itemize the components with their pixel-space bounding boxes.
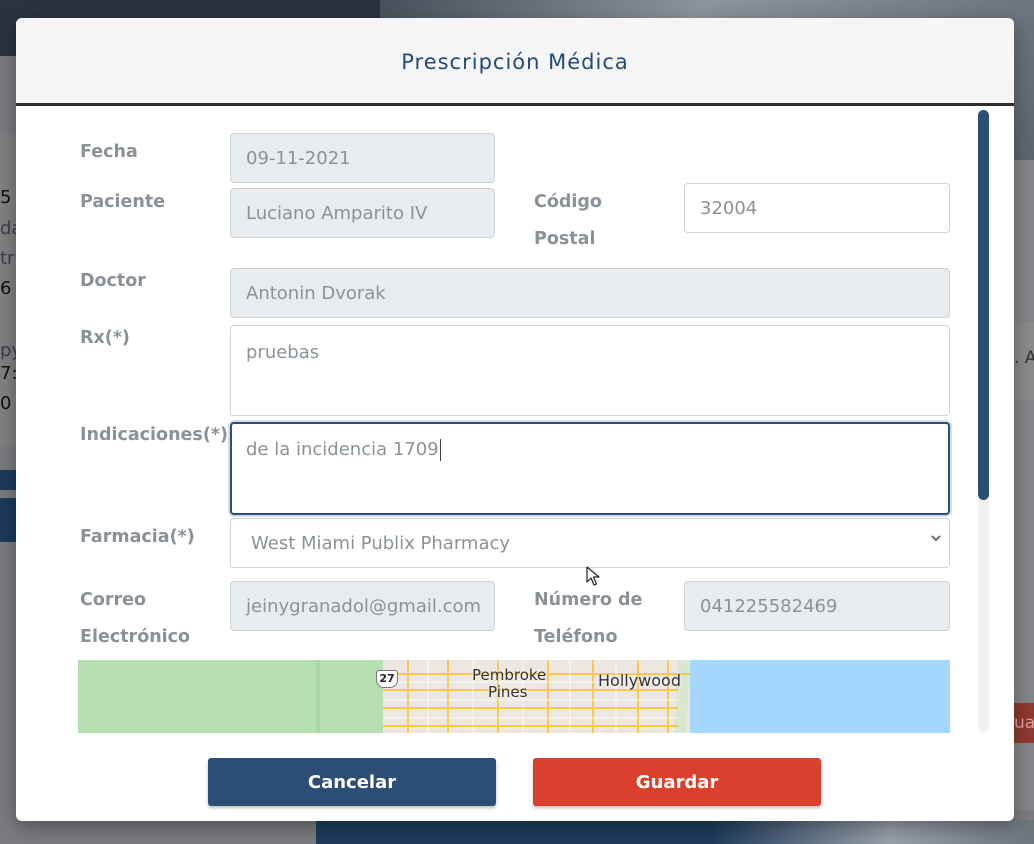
background-text: 5 <box>0 187 12 208</box>
background-save-button: ua <box>1014 703 1034 743</box>
telefono-field[interactable]: 041225582469 <box>684 581 950 631</box>
background-text: 0 <box>0 393 12 414</box>
rx-textarea[interactable]: pruebas <box>230 325 950 416</box>
paciente-label: Paciente <box>80 192 166 212</box>
prescription-modal: Prescripción Médica Fecha 09-11-2021 Pac… <box>16 18 1014 821</box>
background-text: ua <box>1014 713 1034 733</box>
modal-title: Prescripción Médica <box>401 50 629 74</box>
background-text: tr <box>0 248 15 269</box>
codigo-postal-input[interactable]: 32004 <box>684 183 950 233</box>
modal-header: Prescripción Médica <box>16 18 1014 106</box>
background-text: 7: <box>0 363 18 384</box>
modal-scrollbar-thumb[interactable] <box>978 110 989 500</box>
correo-label-line1: Correo <box>80 590 147 610</box>
modal-body[interactable]: Fecha 09-11-2021 Paciente Luciano Ampari… <box>16 108 1014 733</box>
codigo-postal-label-line2: Postal <box>534 229 596 249</box>
fecha-field[interactable]: 09-11-2021 <box>230 133 495 183</box>
text-caret <box>439 439 441 461</box>
indicaciones-text: de la incidencia 1709 <box>246 439 439 460</box>
telefono-label-line2: Teléfono <box>534 627 618 647</box>
fecha-label: Fecha <box>80 142 138 162</box>
chevron-down-icon <box>931 535 941 542</box>
rx-label: Rx(*) <box>80 328 130 348</box>
farmacia-label: Farmacia(*) <box>80 527 195 547</box>
doctor-field[interactable]: Antonin Dvorak <box>230 268 950 318</box>
farmacia-selected-value: West Miami Publix Pharmacy <box>251 532 511 554</box>
doctor-label: Doctor <box>80 271 146 291</box>
farmacia-select[interactable]: West Miami Publix Pharmacy <box>230 518 950 568</box>
background-right-box: . A <box>1014 322 1034 400</box>
background-text: 6 <box>0 278 12 299</box>
codigo-postal-label-line1: Código <box>534 192 602 212</box>
save-button[interactable]: Guardar <box>533 758 821 806</box>
pharmacy-map[interactable]: 27 Pembroke Pines Hollywood <box>78 660 950 733</box>
map-label: Hollywood <box>598 671 681 690</box>
indicaciones-label: Indicaciones(*) <box>80 425 228 445</box>
correo-label-line2: Electrónico <box>80 627 191 647</box>
background-text: . A <box>1014 348 1034 368</box>
route-shield-icon: 27 <box>376 670 398 688</box>
telefono-label-line1: Número de <box>534 590 643 610</box>
cancel-button[interactable]: Cancelar <box>208 758 496 806</box>
paciente-field[interactable]: Luciano Amparito IV <box>230 188 495 238</box>
mouse-cursor-icon <box>586 566 600 586</box>
correo-field[interactable]: jeinygranadol@gmail.com <box>230 581 495 631</box>
map-label: Pines <box>488 683 528 701</box>
map-label: Pembroke <box>472 666 547 684</box>
background-bottom-image <box>316 820 1034 844</box>
indicaciones-textarea[interactable]: de la incidencia 1709 <box>230 422 950 515</box>
